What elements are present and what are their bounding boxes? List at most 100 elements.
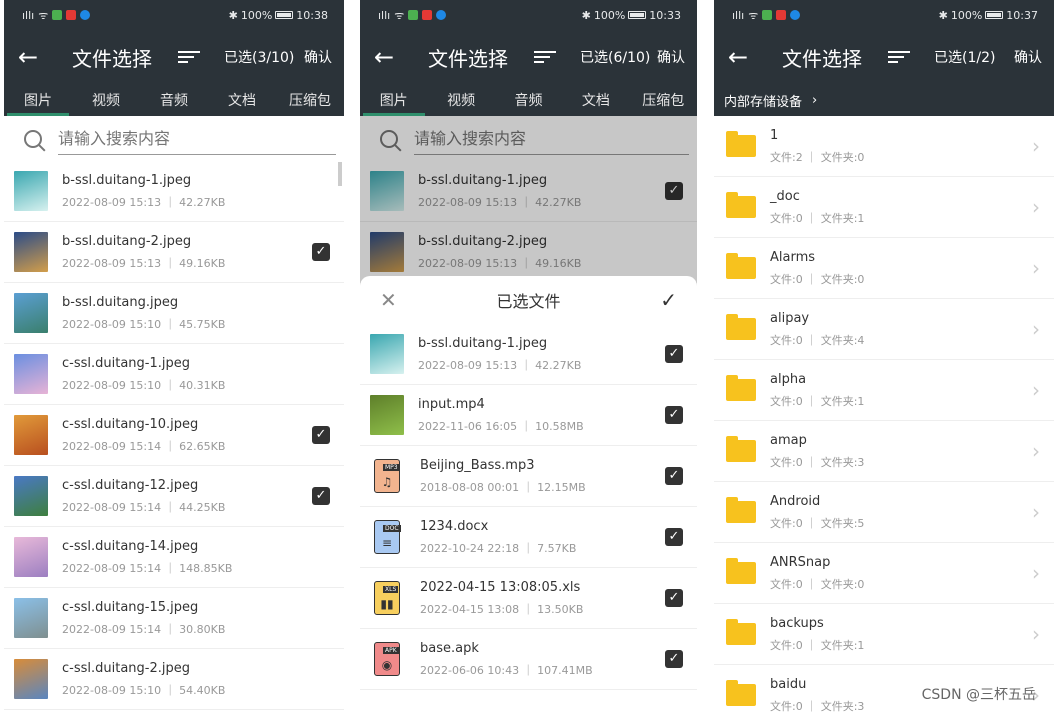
- folder-name: amap: [770, 432, 807, 448]
- folder-row[interactable]: ANRSnap 文件:0 ｜ 文件夹:0 ›: [714, 543, 1054, 604]
- checkbox-checked[interactable]: ✓: [665, 345, 683, 363]
- battery-icon: [628, 11, 647, 19]
- folder-row[interactable]: amap 文件:0 ｜ 文件夹:3 ›: [714, 421, 1054, 482]
- selected-count[interactable]: 已选(1/2): [934, 47, 995, 67]
- tab-archives[interactable]: 压缩包: [632, 84, 694, 116]
- folder-meta: 文件:2 ｜ 文件夹:0: [770, 150, 865, 164]
- file-name: c-ssl.duitang-15.jpeg: [62, 599, 199, 615]
- checkbox-checked[interactable]: ✓: [665, 467, 683, 485]
- image-thumbnail: [14, 171, 48, 211]
- doc-file-icon: DOC ≡: [374, 520, 401, 554]
- checkbox-checked[interactable]: ✓: [312, 426, 330, 444]
- file-info: c-ssl.duitang-14.jpeg 2022-08-09 15:14 ｜ …: [62, 539, 344, 576]
- selected-file-row[interactable]: APK ◉ base.apk 2022-06-06 10:43 ｜ 107.41MB ✓: [360, 629, 697, 690]
- tab-documents[interactable]: 文档: [211, 84, 273, 116]
- folder-row[interactable]: backups 文件:0 ｜ 文件夹:1 ›: [714, 604, 1054, 665]
- phone-screen-selected-sheet: ıllı ᯤ ✱ 100% 10:33 ← 文件选择 已选(6/10) 确认 图…: [360, 0, 697, 712]
- selected-count[interactable]: 已选(3/10): [224, 47, 294, 67]
- file-meta: 2022-08-09 15:14 ｜ 30.80KB: [62, 622, 226, 636]
- tab-audio[interactable]: 音频: [143, 84, 205, 116]
- file-row[interactable]: c-ssl.duitang-12.jpeg 2022-08-09 15:14 ｜ …: [4, 466, 344, 527]
- folder-row[interactable]: alpha 文件:0 ｜ 文件夹:1 ›: [714, 360, 1054, 421]
- folder-info: _doc 文件:0 ｜ 文件夹:1: [770, 189, 1032, 226]
- file-name: c-ssl.duitang-1.jpeg: [62, 355, 190, 371]
- confirm-button[interactable]: 确认: [657, 47, 685, 67]
- signal-icon: ıllı: [732, 8, 745, 22]
- folder-name: alipay: [770, 310, 810, 326]
- checkbox-checked[interactable]: ✓: [665, 406, 683, 424]
- file-meta: 2022-06-06 10:43 ｜ 107.41MB: [420, 663, 593, 677]
- tab-images[interactable]: 图片: [7, 84, 69, 116]
- toolbar: ← 文件选择 已选(6/10) 确认: [360, 30, 697, 84]
- tab-videos[interactable]: 视频: [75, 84, 137, 116]
- file-row[interactable]: b-ssl.duitang-2.jpeg 2022-08-09 15:13 ｜ 4…: [4, 222, 344, 283]
- folder-row[interactable]: _doc 文件:0 ｜ 文件夹:1 ›: [714, 177, 1054, 238]
- file-row[interactable]: c-ssl.duitang-15.jpeg 2022-08-09 15:14 ｜ …: [4, 588, 344, 649]
- file-list: b-ssl.duitang-1.jpeg 2022-08-09 15:13 ｜ 4…: [4, 161, 344, 710]
- tab-archives[interactable]: 压缩包: [279, 84, 341, 116]
- back-arrow-icon[interactable]: ←: [374, 43, 414, 71]
- tab-videos[interactable]: 视频: [430, 84, 492, 116]
- checkbox-checked[interactable]: ✓: [312, 487, 330, 505]
- checkbox-checked[interactable]: ✓: [665, 650, 683, 668]
- selected-count[interactable]: 已选(6/10): [580, 47, 650, 67]
- sort-icon[interactable]: [534, 48, 556, 66]
- image-thumbnail: [370, 395, 404, 435]
- clock: 10:38: [296, 8, 328, 22]
- checkbox-checked[interactable]: ✓: [665, 528, 683, 546]
- folder-meta: 文件:0 ｜ 文件夹:5: [770, 516, 865, 530]
- breadcrumb-item-storage[interactable]: 内部存储设备: [724, 91, 802, 110]
- folder-icon: [726, 619, 756, 645]
- file-row[interactable]: c-ssl.duitang-10.jpeg 2022-08-09 15:14 ｜ …: [4, 405, 344, 466]
- file-row[interactable]: c-ssl.duitang-1.jpeg 2022-08-09 15:10 ｜ 4…: [4, 344, 344, 405]
- file-row[interactable]: c-ssl.duitang-2.jpeg 2022-08-09 15:10 ｜ 5…: [4, 649, 344, 710]
- chevron-right-icon: ›: [1032, 439, 1040, 463]
- sort-icon[interactable]: [888, 48, 910, 66]
- selected-file-row[interactable]: input.mp4 2022-11-06 16:05 ｜ 10.58MB ✓: [360, 385, 697, 446]
- confirm-button[interactable]: 确认: [1014, 47, 1042, 67]
- close-icon[interactable]: ✕: [380, 288, 397, 312]
- dim-overlay[interactable]: [360, 116, 697, 286]
- bluetooth-icon: ✱: [938, 8, 948, 22]
- file-row[interactable]: c-ssl.duitang-14.jpeg 2022-08-09 15:14 ｜ …: [4, 527, 344, 588]
- file-row[interactable]: b-ssl.duitang-1.jpeg 2022-08-09 15:13 ｜ 4…: [4, 161, 344, 222]
- back-arrow-icon[interactable]: ←: [18, 43, 58, 71]
- folder-row[interactable]: 1 文件:2 ｜ 文件夹:0 ›: [714, 116, 1054, 177]
- image-thumbnail: [14, 415, 48, 455]
- selected-file-row[interactable]: DOC ≡ 1234.docx 2022-10-24 22:18 ｜ 7.57KB ✓: [360, 507, 697, 568]
- checkbox-checked[interactable]: ✓: [665, 589, 683, 607]
- folder-row[interactable]: Alarms 文件:0 ｜ 文件夹:0 ›: [714, 238, 1054, 299]
- file-row[interactable]: b-ssl.duitang.jpeg 2022-08-09 15:10 ｜ 45.…: [4, 283, 344, 344]
- file-info: b-ssl.duitang-1.jpeg 2022-08-09 15:13 ｜ 4…: [62, 173, 344, 210]
- app-icon: [408, 10, 419, 20]
- folder-icon: [726, 680, 756, 706]
- checkbox-checked[interactable]: ✓: [312, 243, 330, 261]
- folder-meta: 文件:0 ｜ 文件夹:1: [770, 394, 865, 408]
- status-right: ✱ 100% 10:37: [939, 9, 1038, 22]
- folder-info: Android 文件:0 ｜ 文件夹:5: [770, 494, 1032, 531]
- sort-icon[interactable]: [178, 48, 200, 66]
- back-arrow-icon[interactable]: ←: [728, 43, 768, 71]
- confirm-button[interactable]: 确认: [304, 47, 332, 67]
- folder-icon: [726, 375, 756, 401]
- done-check-icon[interactable]: ✓: [660, 288, 677, 312]
- clock: 10:33: [649, 8, 681, 22]
- folder-meta: 文件:0 ｜ 文件夹:1: [770, 211, 865, 225]
- tab-images[interactable]: 图片: [362, 84, 425, 116]
- folder-meta: 文件:0 ｜ 文件夹:1: [770, 638, 865, 652]
- tab-audio[interactable]: 音频: [497, 84, 559, 116]
- category-tabs: 图片 视频 音频 文档 压缩包: [360, 84, 697, 116]
- search-input[interactable]: [58, 122, 336, 155]
- status-right: ✱ 100% 10:38: [229, 9, 328, 22]
- selected-file-row[interactable]: XLS ▮▮ 2022-04-15 13:08:05.xls 2022-04-15 1…: [360, 568, 697, 629]
- selected-file-row[interactable]: MP3 ♫ Beijing_Bass.mp3 2018-08-08 00:01 ｜ 1…: [360, 446, 697, 507]
- file-type-tag: DOC: [383, 525, 401, 532]
- chevron-right-icon: ›: [1032, 317, 1040, 341]
- tab-documents[interactable]: 文档: [565, 84, 627, 116]
- battery-icon: [985, 11, 1004, 19]
- folder-row[interactable]: alipay 文件:0 ｜ 文件夹:4 ›: [714, 299, 1054, 360]
- selected-file-row[interactable]: b-ssl.duitang-1.jpeg 2022-08-09 15:13 ｜ 4…: [360, 324, 697, 385]
- app-icon: [66, 10, 77, 20]
- file-meta: 2022-04-15 13:08 ｜ 13.50KB: [420, 602, 584, 616]
- folder-row[interactable]: Android 文件:0 ｜ 文件夹:5 ›: [714, 482, 1054, 543]
